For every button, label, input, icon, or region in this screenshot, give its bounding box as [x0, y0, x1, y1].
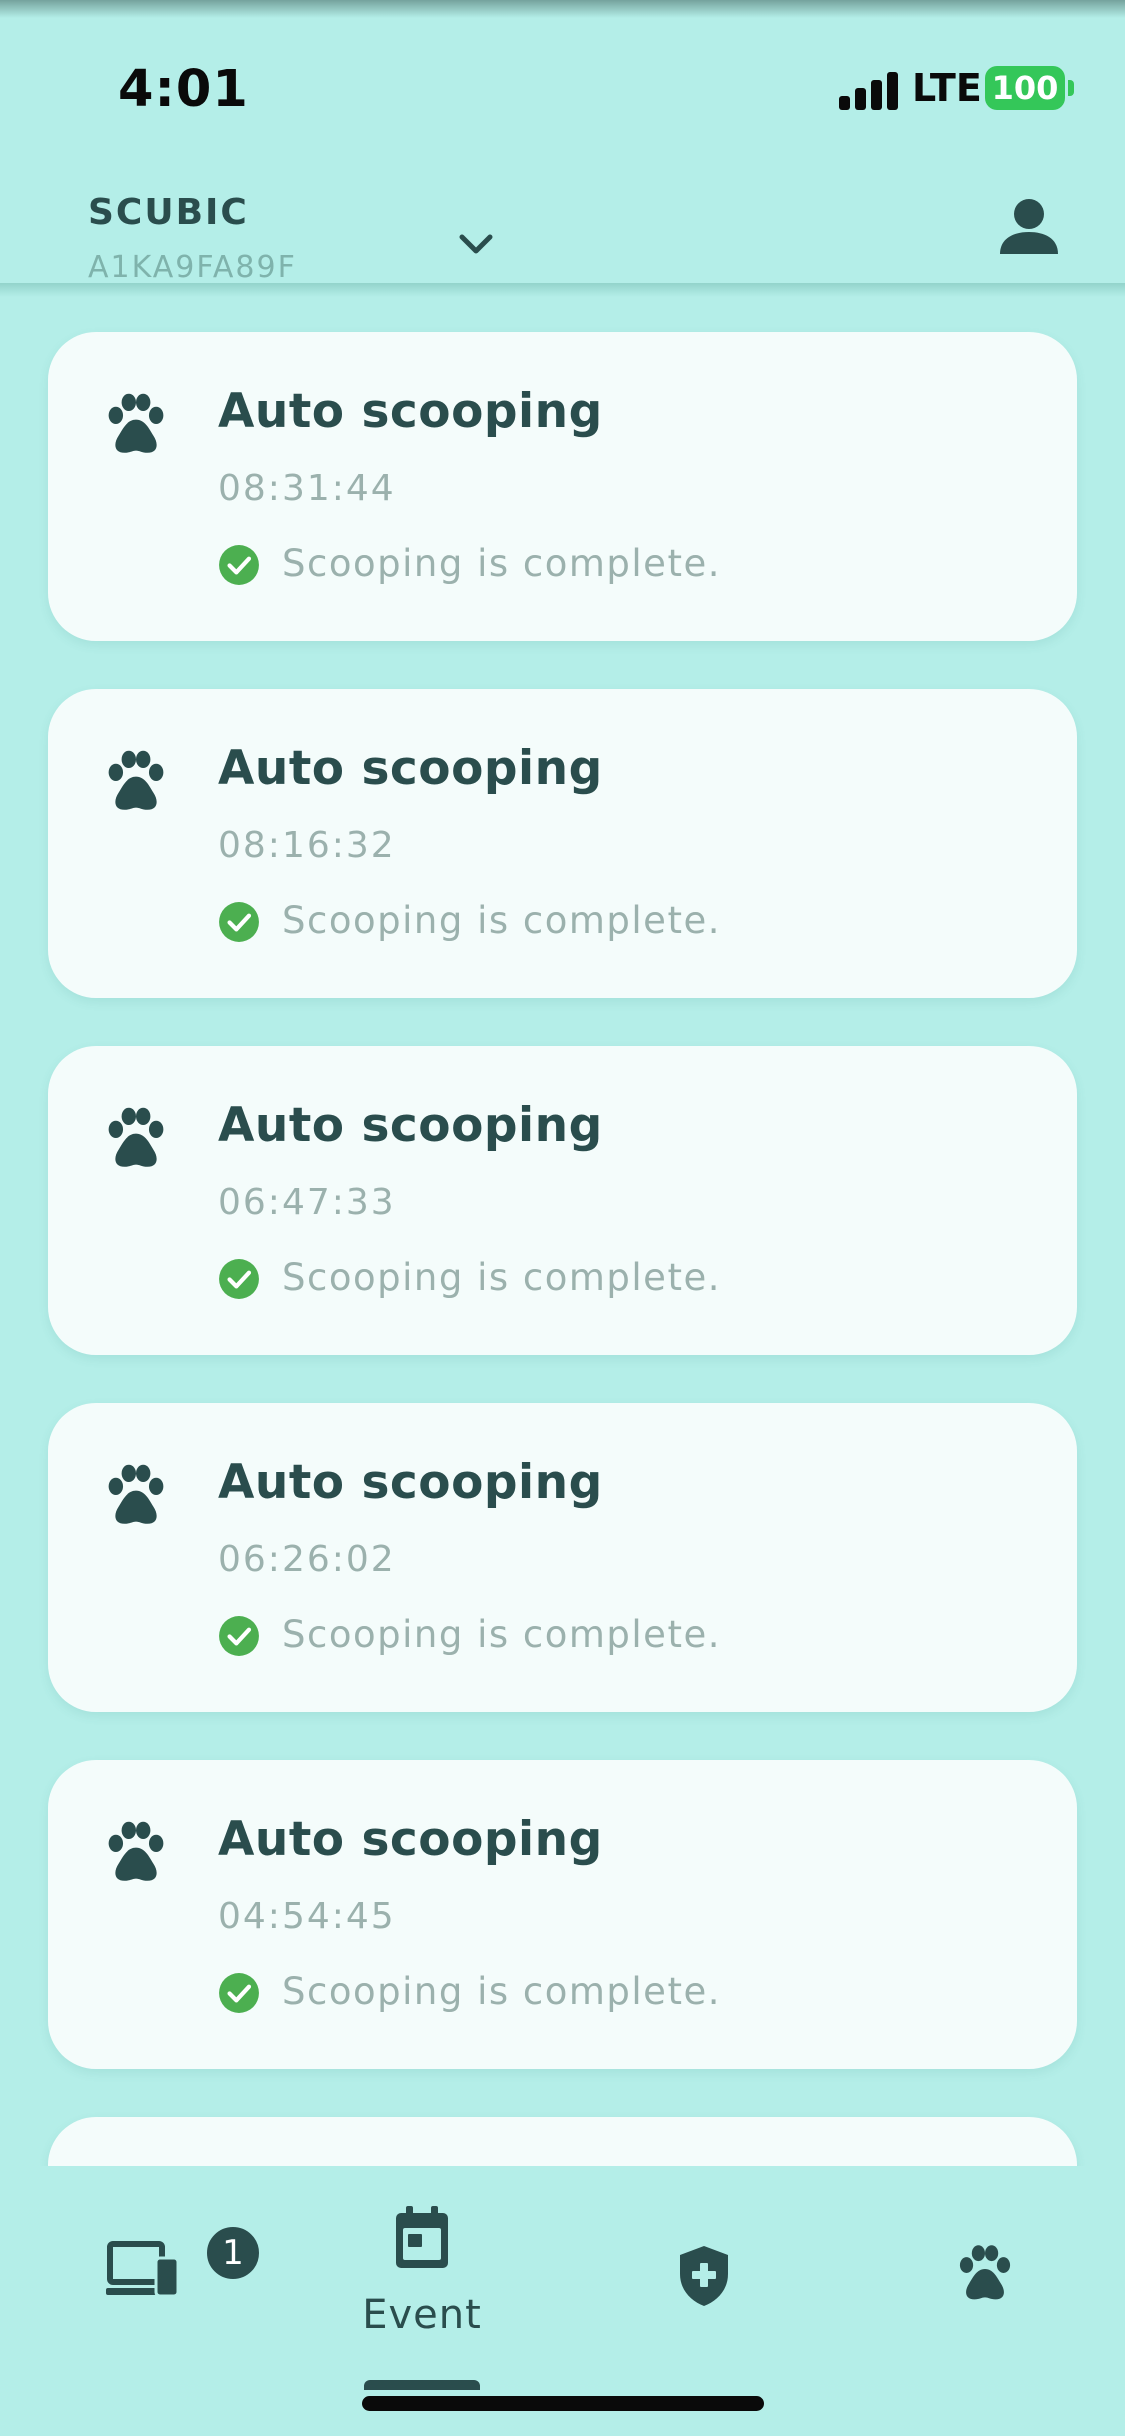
event-title: Auto scooping — [218, 1455, 603, 1510]
nav-event[interactable]: Event — [322, 2166, 522, 2366]
paw-icon — [952, 2240, 1018, 2306]
paw-icon — [100, 1459, 172, 1531]
header-divider — [0, 283, 1125, 297]
event-time: 04:54:45 — [218, 1896, 396, 1937]
event-time: 06:47:33 — [218, 1182, 396, 1223]
paw-icon — [100, 1102, 172, 1174]
check-circle-icon — [218, 1972, 260, 2014]
event-card[interactable]: Auto scooping 06:26:02 Scooping is compl… — [48, 1403, 1077, 1712]
event-status: Scooping is complete. — [282, 1613, 721, 1656]
nav-devices[interactable]: 1 — [42, 2166, 262, 2366]
event-time: 06:26:02 — [218, 1539, 396, 1580]
battery-icon: 100 — [985, 66, 1065, 110]
header: SCUBIC A1KA9FA89F — [0, 150, 1125, 290]
event-card[interactable]: Auto scooping 08:16:32 Scooping is compl… — [48, 689, 1077, 998]
nav-pets[interactable] — [884, 2166, 1084, 2366]
check-circle-icon — [218, 901, 260, 943]
event-status: Scooping is complete. — [282, 542, 721, 585]
active-tab-indicator — [364, 2380, 480, 2390]
paw-icon — [100, 745, 172, 817]
event-status: Scooping is complete. — [282, 899, 721, 942]
devices-icon — [106, 2241, 180, 2298]
device-name[interactable]: SCUBIC — [88, 192, 249, 233]
device-id: A1KA9FA89F — [88, 250, 297, 285]
check-circle-icon — [218, 544, 260, 586]
event-title: Auto scooping — [218, 384, 603, 439]
event-title: Auto scooping — [218, 1812, 603, 1867]
event-title: Auto scooping — [218, 741, 603, 796]
event-time: 08:31:44 — [218, 468, 396, 509]
status-time: 4:01 — [118, 60, 249, 119]
event-card-partial[interactable] — [48, 2117, 1077, 2166]
event-title: Auto scooping — [218, 1098, 603, 1153]
event-card[interactable]: Auto scooping 08:31:44 Scooping is compl… — [48, 332, 1077, 641]
paw-icon — [100, 388, 172, 460]
status-bar: 4:01 LTE 100 — [0, 0, 1125, 150]
check-circle-icon — [218, 1258, 260, 1300]
calendar-icon — [396, 2206, 448, 2268]
event-time: 08:16:32 — [218, 825, 396, 866]
event-status: Scooping is complete. — [282, 1970, 721, 2013]
event-list[interactable]: Auto scooping 08:31:44 Scooping is compl… — [0, 300, 1125, 2166]
chevron-down-icon[interactable] — [452, 220, 500, 268]
shield-plus-icon — [680, 2246, 728, 2306]
battery-cap — [1068, 80, 1074, 96]
event-status: Scooping is complete. — [282, 1256, 721, 1299]
nav-health[interactable] — [604, 2166, 804, 2366]
event-card[interactable]: Auto scooping 04:54:45 Scooping is compl… — [48, 1760, 1077, 2069]
check-circle-icon — [218, 1615, 260, 1657]
home-indicator[interactable] — [362, 2396, 764, 2411]
paw-icon — [100, 1816, 172, 1888]
nav-label-event: Event — [362, 2292, 482, 2338]
event-card[interactable]: Auto scooping 06:47:33 Scooping is compl… — [48, 1046, 1077, 1355]
person-icon[interactable] — [994, 192, 1064, 262]
network-label: LTE — [912, 66, 982, 110]
nav-badge: 1 — [204, 2224, 262, 2282]
signal-icon — [839, 70, 899, 110]
